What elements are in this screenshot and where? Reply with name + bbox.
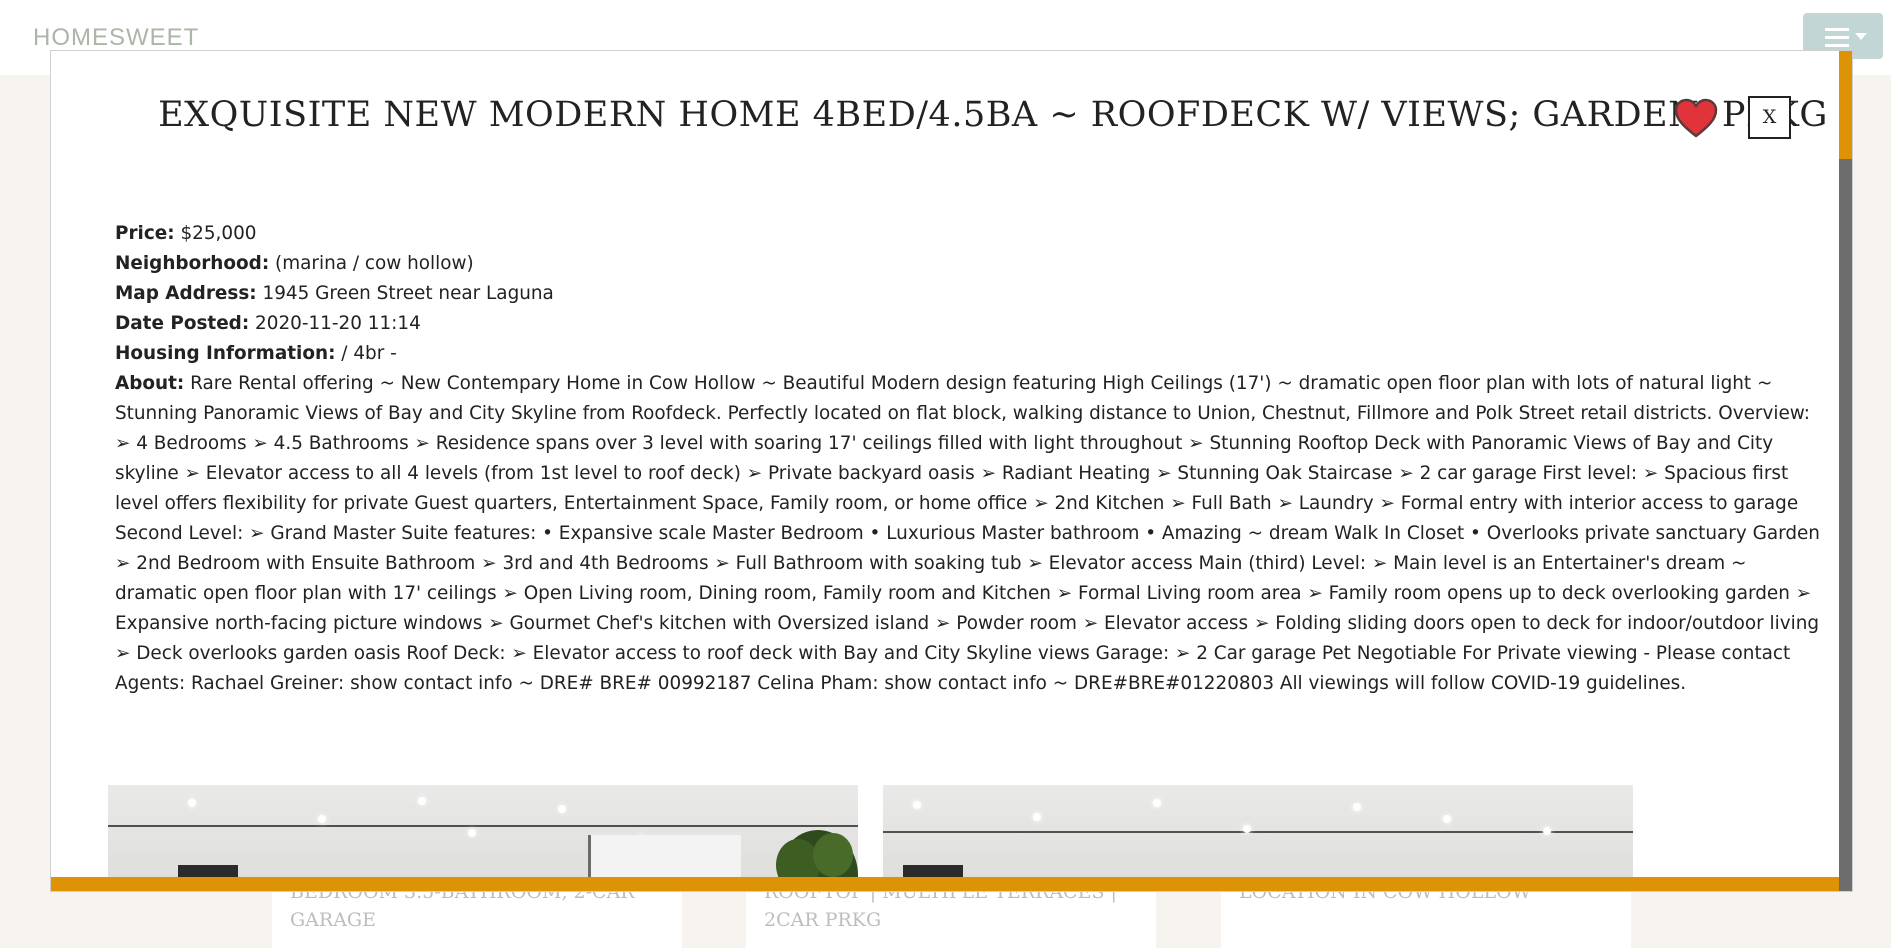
price-value: $25,000 — [180, 223, 257, 244]
housing-value: / 4br - — [341, 343, 397, 364]
heart-icon[interactable] — [1673, 97, 1719, 139]
brand-logo[interactable]: HOMESWEET — [33, 24, 199, 52]
housing-row: Housing Information: / 4br - — [115, 339, 1827, 369]
hamburger-icon — [1825, 28, 1849, 52]
address-label: Map Address: — [115, 283, 257, 304]
vertical-scrollbar[interactable] — [1839, 51, 1852, 891]
listing-modal: EXQUISITE NEW MODERN HOME 4BED/4.5BA ~ R… — [50, 50, 1853, 892]
close-button[interactable]: X — [1748, 96, 1791, 139]
listing-photo[interactable] — [108, 785, 858, 891]
listing-details: Price: $25,000 Neighborhood: (marina / c… — [115, 219, 1827, 699]
about-text: Rare Rental offering ~ New Contempary Ho… — [115, 373, 1820, 694]
about-label: About: — [115, 373, 185, 394]
address-row: Map Address: 1945 Green Street near Lagu… — [115, 279, 1827, 309]
neighborhood-value: (marina / cow hollow) — [275, 253, 474, 274]
neighborhood-row: Neighborhood: (marina / cow hollow) — [115, 249, 1827, 279]
address-value: 1945 Green Street near Laguna — [262, 283, 554, 304]
date-value: 2020-11-20 11:14 — [255, 313, 421, 334]
price-row: Price: $25,000 — [115, 219, 1827, 249]
date-row: Date Posted: 2020-11-20 11:14 — [115, 309, 1827, 339]
listing-photo[interactable] — [883, 785, 1633, 891]
listing-title: EXQUISITE NEW MODERN HOME 4BED/4.5BA ~ R… — [158, 95, 1828, 135]
caret-down-icon — [1855, 33, 1867, 40]
neighborhood-label: Neighborhood: — [115, 253, 270, 274]
vertical-scrollbar-thumb[interactable] — [1839, 51, 1852, 159]
date-label: Date Posted: — [115, 313, 250, 334]
housing-label: Housing Information: — [115, 343, 336, 364]
about-row: About: Rare Rental offering ~ New Contem… — [115, 369, 1827, 699]
horizontal-scrollbar[interactable] — [51, 877, 1839, 891]
price-label: Price: — [115, 223, 175, 244]
